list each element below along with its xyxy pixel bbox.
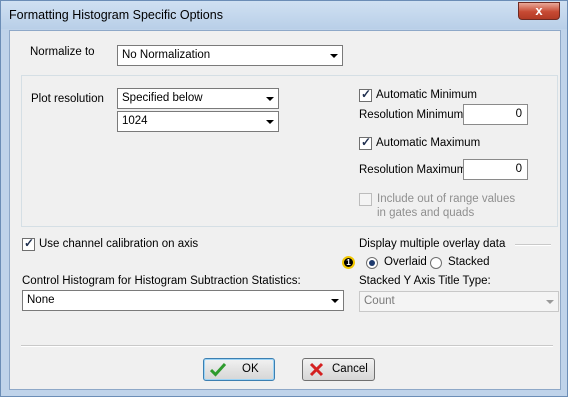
stacked-title-label: Stacked Y Axis Title Type: xyxy=(359,275,491,287)
chevron-down-icon xyxy=(546,300,554,304)
normalize-label: Normalize to xyxy=(30,46,95,58)
close-icon xyxy=(309,362,324,377)
overlaid-label: Overlaid xyxy=(384,256,427,268)
checkmark-icon: ✓ xyxy=(23,236,35,250)
chevron-down-icon xyxy=(266,120,274,124)
dialog-client-area: Normalize to No Normalization Plot resol… xyxy=(9,30,561,390)
ok-button[interactable]: OK xyxy=(203,358,275,381)
dialog-window: Formatting Histogram Specific Options x … xyxy=(0,0,568,397)
include-out-of-range-label-line1: Include out of range values xyxy=(377,193,516,205)
cancel-button-label: Cancel xyxy=(332,363,368,375)
stacked-title-dropdown[interactable]: Count xyxy=(359,291,559,312)
window-title: Formatting Histogram Specific Options xyxy=(9,8,223,22)
plot-resolution-size-dropdown[interactable]: 1024 xyxy=(117,111,279,132)
automatic-maximum-label: Automatic Maximum xyxy=(376,137,481,149)
plot-resolution-mode-dropdown[interactable]: Specified below xyxy=(117,88,279,109)
plot-resolution-label: Plot resolution xyxy=(31,93,104,105)
plot-resolution-mode-value: Specified below xyxy=(122,92,203,104)
resolution-maximum-label: Resolution Maximum xyxy=(359,164,467,176)
normalize-dropdown[interactable]: No Normalization xyxy=(117,45,343,66)
normalize-value: No Normalization xyxy=(122,49,211,61)
chevron-down-icon xyxy=(266,97,274,101)
overlay-heading-line xyxy=(515,244,551,246)
plot-resolution-size-value: 1024 xyxy=(122,115,148,127)
automatic-maximum-checkbox[interactable]: ✓ xyxy=(359,135,372,150)
resolution-maximum-input[interactable]: 0 xyxy=(463,159,528,180)
close-icon: x xyxy=(535,3,543,18)
stacked-label: Stacked xyxy=(448,256,490,268)
channel-calibration-checkbox[interactable]: ✓ xyxy=(22,236,35,251)
stacked-title-value: Count xyxy=(364,295,395,307)
resolution-minimum-label: Resolution Minimum xyxy=(359,109,464,121)
checkmark-icon: ✓ xyxy=(360,135,372,149)
title-bar[interactable]: Formatting Histogram Specific Options x xyxy=(1,1,567,29)
overlay-heading: Display multiple overlay data xyxy=(359,238,506,250)
chevron-down-icon xyxy=(331,299,339,303)
cancel-button[interactable]: Cancel xyxy=(302,358,375,381)
control-histogram-dropdown[interactable]: None xyxy=(22,290,344,311)
ok-button-label: OK xyxy=(242,363,259,375)
radio-selected-dot xyxy=(369,260,375,266)
channel-calibration-label: Use channel calibration on axis xyxy=(39,238,199,250)
checkmark-icon: ✓ xyxy=(360,87,372,101)
footer-separator xyxy=(21,345,553,347)
control-histogram-value: None xyxy=(27,294,55,306)
include-out-of-range-label-line2: in gates and quads xyxy=(377,207,475,219)
automatic-minimum-checkbox[interactable]: ✓ xyxy=(359,87,372,102)
close-button[interactable]: x xyxy=(518,2,560,20)
resolution-maximum-value: 0 xyxy=(515,163,522,175)
include-out-of-range-checkbox[interactable] xyxy=(359,193,372,206)
annotation-badge: 1 xyxy=(342,256,355,269)
resolution-minimum-value: 0 xyxy=(515,108,522,120)
resolution-minimum-input[interactable]: 0 xyxy=(463,104,528,125)
overlaid-radio[interactable] xyxy=(366,257,378,269)
control-histogram-label: Control Histogram for Histogram Subtract… xyxy=(22,275,301,287)
stacked-radio[interactable] xyxy=(430,257,442,269)
checkmark-icon xyxy=(210,362,226,377)
automatic-minimum-label: Automatic Minimum xyxy=(376,89,477,101)
chevron-down-icon xyxy=(330,54,338,58)
